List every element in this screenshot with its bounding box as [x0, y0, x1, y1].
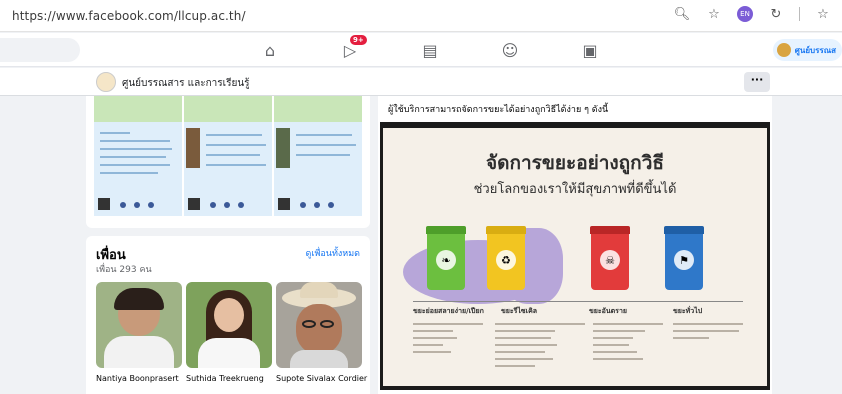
poster-body-text — [593, 323, 663, 365]
friend-name[interactable]: Supote Sivalax Cordier — [276, 374, 367, 383]
friend-item[interactable]: Nantiya Boonprasert — [96, 282, 182, 383]
post-image[interactable]: จัดการขยะอย่างถูกวิธี ช่วยโลกของเราให้มี… — [380, 122, 770, 390]
nav-profile-name: ศูนย์บรรณส — [794, 45, 836, 55]
photo-thumbnail[interactable] — [274, 96, 362, 216]
home-icon[interactable]: ⌂ — [256, 38, 284, 62]
photos-card — [86, 96, 370, 228]
bin-green: ❧ — [426, 226, 466, 290]
gaming-icon[interactable]: ▣ — [576, 38, 604, 62]
divider — [413, 301, 743, 302]
page-header: ศูนย์บรรณสาร และการเรียนรู้ ··· — [0, 68, 842, 96]
poster-body-text — [495, 323, 585, 372]
bin-label: ขยะทั่วไป — [673, 307, 703, 315]
star-add-icon[interactable]: ☆ — [705, 7, 723, 22]
groups-icon[interactable]: ☺ — [496, 38, 524, 62]
friend-photo[interactable] — [96, 282, 182, 368]
toolbar-divider — [799, 7, 800, 21]
post-text: ผู้ใช้บริการสามารถจัดการขยะได้อย่างถูกวิ… — [388, 105, 609, 115]
notification-badge: 9+ — [350, 35, 367, 45]
page-title[interactable]: ศูนย์บรรณสาร และการเรียนรู้ — [122, 76, 250, 91]
bin-label: ขยะอันตราย — [589, 307, 627, 315]
poster-body-text — [673, 323, 743, 344]
profile-icon[interactable]: EN — [737, 6, 753, 22]
facebook-top-nav: ⌂ ▷ 9+ ▤ ☺ ▣ ศูนย์บรรณส — [0, 33, 842, 67]
hazard-icon: ☠ — [600, 250, 620, 270]
leaf-icon: ❧ — [436, 250, 456, 270]
bin-blue: ⚑ — [664, 226, 704, 290]
search-input[interactable] — [0, 38, 80, 62]
nav-profile-chip[interactable]: ศูนย์บรรณส — [772, 39, 842, 61]
bin-label: ขยะรีไซเคิล — [501, 307, 538, 315]
bin-label: ขยะย่อยสลายง่าย/เปียก — [413, 307, 484, 315]
recycle-icon: ♻ — [496, 250, 516, 270]
friend-photo[interactable] — [276, 282, 362, 368]
post-card: ผู้ใช้บริการสามารถจัดการขยะได้อย่างถูกวิ… — [378, 96, 772, 394]
page-avatar[interactable] — [96, 72, 116, 92]
avatar — [776, 43, 791, 57]
photo-thumbnail[interactable] — [184, 96, 272, 216]
refresh-icon[interactable]: ↻ — [767, 7, 785, 22]
friend-photo[interactable] — [186, 282, 272, 368]
friend-name[interactable]: Nantiya Boonprasert — [96, 374, 182, 383]
photo-thumbnail[interactable] — [94, 96, 182, 216]
favorites-icon[interactable]: ☆ — [814, 7, 832, 22]
bin-yellow: ♻ — [486, 226, 526, 290]
poster-title: จัดการขยะอย่างถูกวิธี — [486, 152, 664, 174]
zoom-icon[interactable]: 🔍︎ — [673, 7, 691, 22]
bin-red: ☠ — [590, 226, 630, 290]
poster-body-text — [413, 323, 483, 358]
more-options-button[interactable]: ··· — [744, 72, 770, 92]
poster-subtitle: ช่วยโลกของเราให้มีสุขภาพที่ดีขึ้นได้ — [473, 182, 677, 197]
friends-card: เพื่อน เพื่อน 293 คน ดูเพื่อนทั้งหมด Nan… — [86, 236, 370, 394]
friends-count: เพื่อน 293 คน — [96, 265, 152, 275]
url-field[interactable]: https://www.facebook.com/llcup.ac.th/ — [12, 9, 246, 23]
trash-icon: ⚑ — [674, 250, 694, 270]
friend-item[interactable]: Supote Sivalax Cordier — [276, 282, 367, 383]
see-all-friends-link[interactable]: ดูเพื่อนทั้งหมด — [306, 246, 360, 260]
friend-name[interactable]: Suthida Treekrueng — [186, 374, 272, 383]
marketplace-icon[interactable]: ▤ — [416, 38, 444, 62]
video-icon[interactable]: ▷ 9+ — [336, 35, 367, 62]
friend-item[interactable]: Suthida Treekrueng — [186, 282, 272, 383]
browser-address-bar: https://www.facebook.com/llcup.ac.th/ 🔍︎… — [0, 0, 842, 32]
